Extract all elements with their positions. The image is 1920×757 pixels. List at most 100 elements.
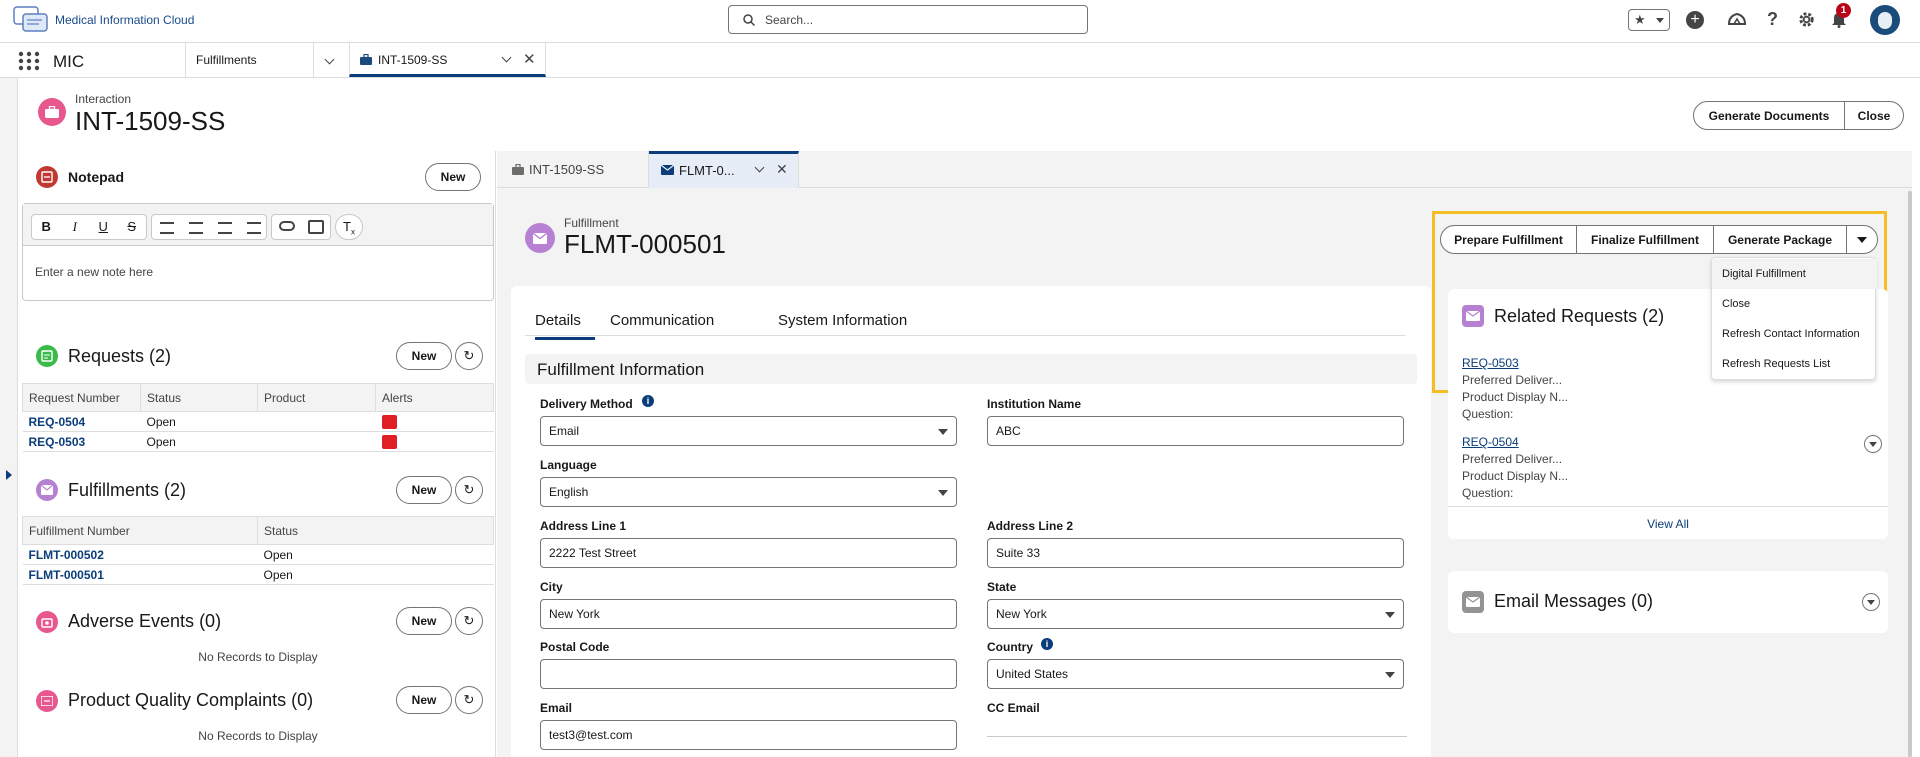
gear-icon[interactable]: [1797, 10, 1816, 29]
subtab-int-1509-ss[interactable]: INT-1509-SS: [497, 151, 649, 188]
institution-name-input[interactable]: ABC: [987, 416, 1404, 446]
section-title: Fulfillment Information: [537, 360, 705, 379]
favorites-button[interactable]: ★: [1628, 9, 1670, 31]
italic-icon[interactable]: I: [61, 215, 90, 239]
related-request-link[interactable]: REQ-0504: [1462, 435, 1519, 449]
email-input[interactable]: test3@test.com: [540, 720, 957, 750]
close-record-button[interactable]: Close: [1844, 101, 1904, 130]
fulfillments-refresh-icon[interactable]: ↻: [455, 476, 483, 504]
scrollbar-thumb[interactable]: [1908, 191, 1912, 757]
field-label: Institution Name: [987, 397, 1082, 411]
column-header: Request Number: [22, 383, 141, 412]
requests-refresh-icon[interactable]: ↻: [455, 342, 483, 370]
related-request-field: Product Display N...: [1462, 469, 1569, 483]
trailhead-icon[interactable]: [1727, 10, 1747, 28]
field-label: Address Line 1: [540, 519, 627, 533]
fulfillment-status: Open: [257, 544, 494, 565]
tab-system-information[interactable]: System Information: [778, 312, 907, 329]
notepad-new-button[interactable]: New: [425, 163, 481, 191]
nav-tab-label: INT-1509-SS: [378, 53, 448, 67]
city-input[interactable]: New York: [540, 599, 957, 629]
email-actions-icon[interactable]: [1862, 593, 1880, 611]
section-header[interactable]: Fulfillment Information: [525, 354, 1417, 384]
row-actions-icon[interactable]: [1864, 435, 1882, 453]
menu-item-close[interactable]: Close: [1712, 289, 1877, 319]
delivery-method-select[interactable]: Email: [540, 416, 957, 446]
indent-icon[interactable]: [218, 222, 232, 234]
adverse-events-refresh-icon[interactable]: ↻: [455, 607, 483, 635]
fulfillments-new-button[interactable]: New: [396, 476, 452, 504]
pqc-new-button[interactable]: New: [396, 686, 452, 714]
format-group: B I U S: [31, 214, 147, 240]
fulfillment-number-link[interactable]: FLMT-000502: [22, 544, 258, 565]
info-icon[interactable]: i: [642, 395, 654, 407]
user-avatar[interactable]: [1870, 5, 1900, 35]
global-add-icon[interactable]: +: [1686, 11, 1704, 29]
finalize-fulfillment-button[interactable]: Finalize Fulfillment: [1576, 225, 1714, 254]
link-icon[interactable]: [279, 221, 295, 231]
view-all-link[interactable]: View All: [1448, 517, 1888, 531]
fulfillment-number-link[interactable]: FLMT-000501: [22, 564, 258, 585]
fulfillment-record-icon: [525, 223, 555, 253]
nav-tab-fulfillments[interactable]: Fulfillments: [185, 43, 313, 77]
tab-details[interactable]: Details: [535, 312, 595, 340]
bulleted-list-icon[interactable]: [160, 222, 174, 234]
request-product: [257, 411, 376, 432]
bold-icon[interactable]: B: [32, 215, 61, 239]
scrollbar-track[interactable]: [1908, 191, 1912, 757]
pqc-empty: No Records to Display: [198, 729, 318, 743]
request-icon: [36, 345, 58, 367]
help-icon[interactable]: ?: [1767, 9, 1778, 30]
tab-communication[interactable]: Communication: [610, 312, 714, 329]
expand-arrow-icon[interactable]: [6, 470, 12, 480]
cc-email-field[interactable]: [987, 736, 1407, 737]
numbered-list-icon[interactable]: [189, 222, 203, 234]
nav-tab-fulfillments-menu[interactable]: [313, 43, 349, 77]
search-placeholder: Search...: [765, 13, 814, 27]
language-select[interactable]: English: [540, 477, 957, 507]
related-request-link[interactable]: REQ-0503: [1462, 356, 1519, 370]
request-number-link[interactable]: REQ-0504: [22, 411, 141, 432]
menu-item-refresh-requests[interactable]: Refresh Requests List: [1712, 349, 1877, 379]
prepare-fulfillment-button[interactable]: Prepare Fulfillment: [1440, 225, 1577, 254]
address-line-2-input[interactable]: Suite 33: [987, 538, 1404, 568]
insert-group: [271, 214, 331, 240]
clear-format-icon[interactable]: Tx: [335, 214, 363, 240]
chat-cloud-logo-icon: [12, 5, 50, 35]
chevron-down-icon[interactable]: [501, 52, 512, 63]
flag-alert-icon: [381, 414, 397, 429]
image-icon[interactable]: [308, 220, 324, 234]
country-select[interactable]: United States: [987, 659, 1404, 689]
adverse-events-new-button[interactable]: New: [396, 607, 452, 635]
strikethrough-icon[interactable]: S: [118, 215, 147, 239]
email-icon: [1462, 591, 1484, 613]
postal-code-input[interactable]: [540, 659, 957, 689]
related-request-field: Preferred Deliver...: [1462, 452, 1563, 466]
address-line-1-input[interactable]: 2222 Test Street: [540, 538, 957, 568]
pqc-refresh-icon[interactable]: ↻: [455, 686, 483, 714]
generate-package-button[interactable]: Generate Package: [1713, 225, 1847, 254]
field-label: Email: [540, 701, 573, 715]
fulfillments-table: Fulfillment Number Status FLMT-000502 Op…: [22, 516, 494, 585]
requests-new-button[interactable]: New: [396, 342, 452, 370]
more-actions-button[interactable]: [1846, 225, 1878, 254]
request-status: Open: [140, 431, 258, 452]
outdent-icon[interactable]: [247, 222, 261, 234]
state-select[interactable]: New York: [987, 599, 1404, 629]
generate-documents-button[interactable]: Generate Documents: [1693, 101, 1845, 130]
subtab-flmt[interactable]: FLMT-0... ✕: [649, 151, 799, 188]
adverse-events-empty: No Records to Display: [198, 650, 318, 664]
interaction-icon: [38, 98, 66, 126]
close-subtab-icon[interactable]: ✕: [776, 161, 788, 178]
underline-icon[interactable]: U: [89, 215, 118, 239]
request-number-link[interactable]: REQ-0503: [22, 431, 141, 452]
app-launcher-icon[interactable]: [18, 51, 40, 71]
menu-item-refresh-contact[interactable]: Refresh Contact Information: [1712, 319, 1877, 349]
notepad-textarea[interactable]: Enter a new note here: [35, 265, 153, 279]
nav-tab-int-1509-ss[interactable]: INT-1509-SS ✕: [349, 43, 546, 77]
close-tab-icon[interactable]: ✕: [523, 50, 536, 68]
info-icon[interactable]: i: [1041, 638, 1053, 650]
global-search-input[interactable]: Search...: [728, 5, 1088, 34]
menu-item-digital-fulfillment[interactable]: Digital Fulfillment: [1712, 259, 1877, 289]
chevron-down-icon[interactable]: [754, 162, 765, 173]
